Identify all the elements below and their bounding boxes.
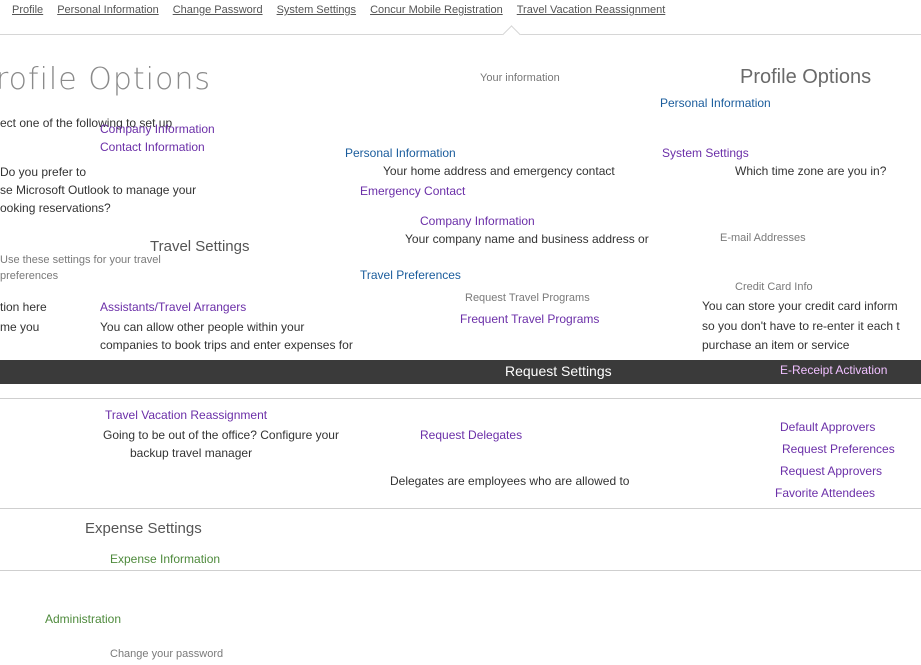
tab-change-password[interactable]: Change Password [173,4,263,16]
system-settings-link[interactable]: System Settings [662,146,749,160]
tab-concur-mobile-registration[interactable]: Concur Mobile Registration [370,4,503,16]
travel-preferences-link[interactable]: Travel Preferences [360,268,461,282]
email-addresses-link[interactable]: E-mail Addresses [720,232,806,244]
left-tion-here: tion here [0,300,47,314]
right-personal-information-header[interactable]: Personal Information [660,96,771,110]
tab-profile[interactable]: Profile [12,4,43,16]
travel-vacation-link[interactable]: Travel Vacation Reassignment [105,408,267,422]
prefs-text: se Microsoft Outlook to manage your [0,183,197,197]
change-password-link[interactable]: Change your password [110,648,223,660]
request-settings-label: Request Settings [505,363,612,379]
time-zone-question: Which time zone are you in? [735,164,887,178]
credit-card-desc-2: so you don't have to re-enter it each t [702,319,900,333]
tab-system-settings[interactable]: System Settings [277,4,356,16]
company-desc: Your company name and business address o… [405,232,649,246]
tab-travel-vacation-reassignment[interactable]: Travel Vacation Reassignment [517,4,666,16]
delegates-desc: Delegates are employees who are allowed … [390,474,630,488]
travel-vacation-desc-2: backup travel manager [130,446,253,460]
company-information-center-link[interactable]: Company Information [420,214,535,228]
divider [0,570,921,571]
travel-settings-heading: Travel Settings [150,238,250,255]
top-navigation: Profile Personal Information Change Passwo… [0,0,921,44]
intro-text: Your information [480,72,560,84]
credit-card-desc: You can store your credit card inform [702,299,898,313]
delegates-link[interactable]: Request Delegates [420,428,522,442]
contact-information-link[interactable]: Contact Information [100,140,205,154]
prefs-question: Do you prefer to [0,165,87,179]
request-preferences-link[interactable]: Request Preferences [782,442,895,456]
request-approvers-link[interactable]: Request Approvers [780,464,882,478]
page-title: rofile Options [0,62,212,97]
emergency-contact-link[interactable]: Emergency Contact [360,184,465,198]
profile-tabs: Profile Personal Information Change Passwo… [0,0,921,16]
travel-note: Use these settings for your travel [0,254,161,266]
divider [0,398,921,399]
divider [0,508,921,509]
company-information-link[interactable]: Company Information [100,122,215,136]
administration-link[interactable]: Administration [45,612,121,626]
e-receipt-activation-link[interactable]: E-Receipt Activation [780,363,887,377]
frequent-travel-link[interactable]: Frequent Travel Programs [460,312,599,326]
request-travel-link[interactable]: Request Travel Programs [465,292,590,304]
travel-note-2: preferences [0,270,59,282]
personal-information-link[interactable]: Personal Information [345,146,456,160]
active-tab-pointer-icon [502,25,521,44]
assistants-link[interactable]: Assistants/Travel Arrangers [100,300,246,314]
title-row: rofile Options Your information Profile … [0,62,921,102]
tab-personal-information[interactable]: Personal Information [57,4,159,16]
travel-vacation-desc: Going to be out of the office? Configure… [103,428,339,442]
assistants-desc: You can allow other people within your [100,320,305,334]
expense-information-link[interactable]: Expense Information [110,552,220,566]
meetings-text: ooking reservations? [0,201,111,215]
assistants-desc-2: companies to book trips and enter expens… [100,338,353,352]
left-me-you: me you [0,320,40,334]
default-approvers-link[interactable]: Default Approvers [780,420,875,434]
personal-information-desc: Your home address and emergency contact [383,164,615,178]
request-settings-band: Request Settings E-Receipt Activation [0,360,921,384]
expense-settings-heading: Expense Settings [85,520,202,537]
credit-card-link[interactable]: Credit Card Info [735,281,813,293]
credit-card-desc-3: purchase an item or service [702,338,850,352]
profile-title: Profile Options [740,66,872,88]
favorite-attendees-link[interactable]: Favorite Attendees [775,486,875,500]
